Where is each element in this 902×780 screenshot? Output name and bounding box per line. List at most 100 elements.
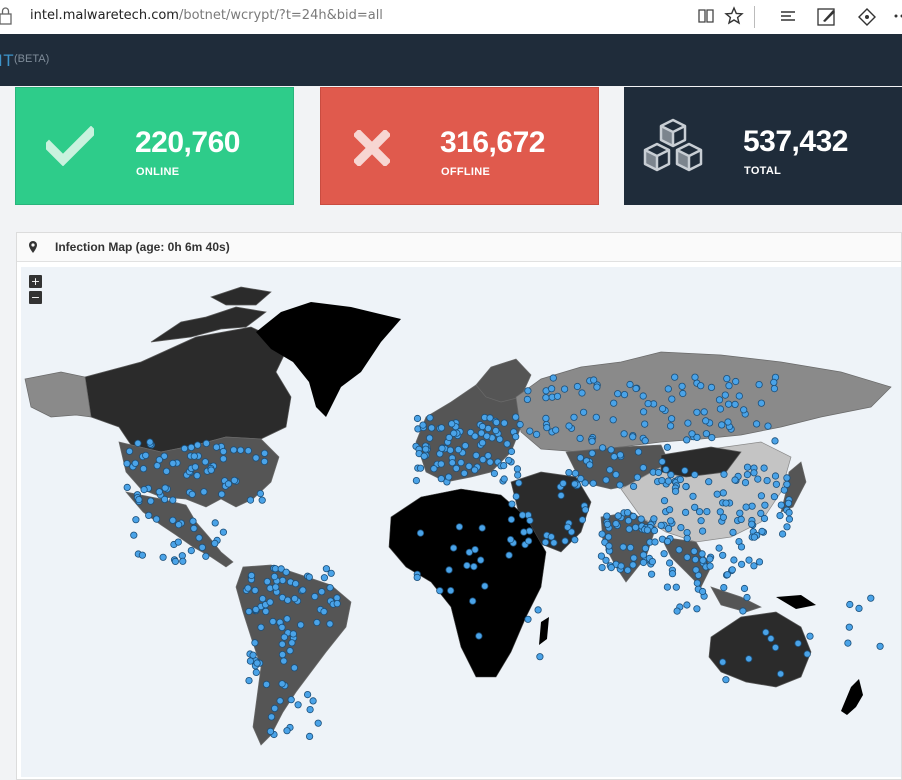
infection-marker[interactable] [620,391,629,399]
infection-marker[interactable] [610,399,618,407]
infection-marker[interactable] [525,527,534,535]
infection-marker[interactable] [267,713,276,721]
infection-marker[interactable] [447,586,455,595]
infection-marker[interactable] [619,543,627,551]
zoom-out-button[interactable]: − [29,291,42,304]
infection-marker[interactable] [667,471,675,479]
infection-marker[interactable] [561,537,569,545]
infection-marker[interactable] [657,521,665,529]
infection-marker[interactable] [560,385,569,393]
infection-marker[interactable] [477,556,485,564]
infection-marker[interactable] [720,583,728,592]
infection-marker[interactable] [578,516,587,524]
infection-marker[interactable] [743,593,751,602]
region-new-zealand[interactable] [841,679,863,715]
infection-marker[interactable] [692,566,700,574]
infection-marker[interactable] [707,383,716,392]
infection-marker[interactable] [776,512,784,520]
infection-marker[interactable] [691,555,700,564]
infection-marker[interactable] [280,657,288,665]
infection-marker[interactable] [763,477,771,485]
infection-marker[interactable] [478,524,486,532]
infection-marker[interactable] [516,420,524,429]
infection-marker[interactable] [252,605,260,614]
infection-marker[interactable] [526,516,534,525]
infection-marker[interactable] [515,479,523,487]
infection-marker[interactable] [303,690,312,699]
infection-marker[interactable] [125,447,134,455]
infection-marker[interactable] [430,465,438,473]
infection-marker[interactable] [479,456,487,464]
infection-marker[interactable] [211,519,219,527]
infection-marker[interactable] [257,623,265,631]
address-field[interactable]: intel.malwaretech.com/botnet/wcrypt/?t=2… [30,8,383,23]
infection-marker[interactable] [693,408,701,416]
infection-marker[interactable] [550,539,558,547]
infection-marker[interactable] [161,495,169,503]
infection-marker[interactable] [326,620,334,628]
infection-marker[interactable] [486,414,494,422]
infection-marker[interactable] [703,508,711,516]
infection-marker[interactable] [190,452,198,460]
infection-marker[interactable] [251,586,259,594]
infection-marker[interactable] [191,463,199,471]
infection-marker[interactable] [270,572,279,581]
infection-marker[interactable] [520,528,528,536]
infection-marker[interactable] [589,479,597,487]
infection-marker[interactable] [794,639,802,647]
infection-marker[interactable] [245,676,253,685]
infection-marker[interactable] [776,670,785,678]
infection-marker[interactable] [682,482,690,491]
world-map-svg[interactable] [21,267,901,777]
infection-marker[interactable] [579,408,588,416]
infection-marker[interactable] [629,561,637,569]
infection-marker[interactable] [306,705,314,714]
infection-marker[interactable] [643,526,652,534]
infection-marker[interactable] [785,515,794,523]
infection-marker[interactable] [541,538,550,546]
infection-marker[interactable] [662,465,670,474]
infection-marker[interactable] [731,476,739,484]
infection-marker[interactable] [757,492,766,500]
infection-marker[interactable] [201,458,209,466]
infection-marker[interactable] [152,515,161,523]
infection-marker[interactable] [676,475,685,484]
world-map[interactable]: + − [21,267,901,777]
infection-marker[interactable] [617,562,625,570]
infection-marker[interactable] [679,389,687,398]
infection-marker[interactable] [784,499,793,507]
infection-marker[interactable] [626,543,635,552]
infection-marker[interactable] [161,484,169,492]
infection-marker[interactable] [664,477,673,485]
infection-marker[interactable] [683,534,691,542]
favorite-star-icon[interactable] [724,6,744,26]
infection-marker[interactable] [737,543,746,551]
infection-marker[interactable] [740,406,748,414]
infection-marker[interactable] [478,422,486,431]
infection-marker[interactable] [725,382,733,390]
infection-marker[interactable] [783,523,791,531]
infection-marker[interactable] [162,467,171,475]
infection-marker[interactable] [672,583,680,591]
infection-marker[interactable] [785,509,793,517]
infection-marker[interactable] [413,414,422,423]
infection-marker[interactable] [202,439,210,447]
infection-marker[interactable] [846,600,854,609]
infection-marker[interactable] [639,558,648,567]
infection-marker[interactable] [695,508,704,516]
infection-marker[interactable] [506,535,515,544]
infection-marker[interactable] [246,496,255,504]
infection-marker[interactable] [503,440,511,448]
infection-marker[interactable] [697,517,705,525]
infection-marker[interactable] [416,529,425,537]
infection-marker[interactable] [772,480,781,488]
infection-marker[interactable] [700,408,708,416]
infection-marker[interactable] [171,557,179,565]
infection-marker[interactable] [465,462,473,470]
infection-marker[interactable] [778,530,787,538]
infection-marker[interactable] [607,563,615,572]
infection-marker[interactable] [471,432,479,440]
infection-marker[interactable] [279,576,287,584]
infection-marker[interactable] [282,568,290,576]
infection-marker[interactable] [454,446,462,454]
